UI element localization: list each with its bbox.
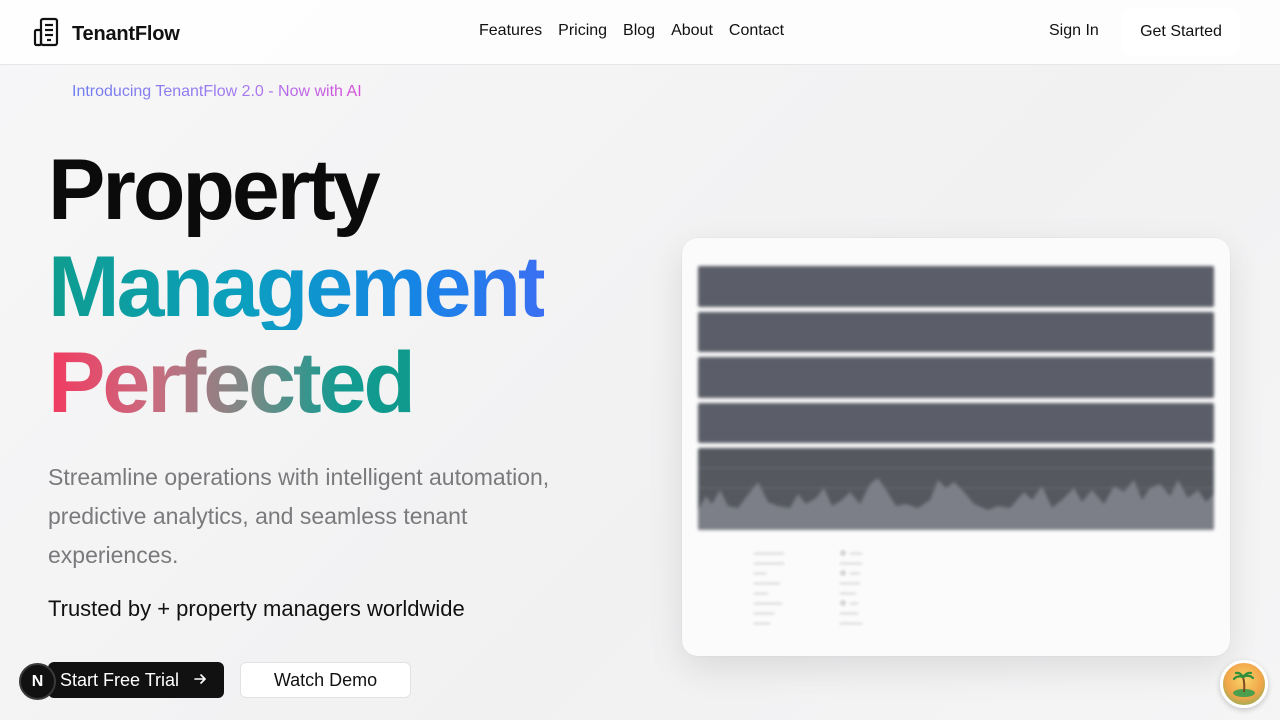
preview-chart-panel xyxy=(698,448,1214,530)
hero-subtitle: Streamline operations with intelligent a… xyxy=(48,464,550,568)
dashboard-preview-image xyxy=(682,238,1230,656)
preview-panel xyxy=(698,312,1214,352)
hero-title-line-1: Property xyxy=(48,142,381,238)
preview-panel xyxy=(698,357,1214,398)
watch-demo-button[interactable]: Watch Demo xyxy=(240,662,411,698)
hero-title-line-3: Perfected xyxy=(48,335,416,431)
start-free-trial-label: Start Free Trial xyxy=(60,669,180,690)
sign-in-link[interactable]: Sign In xyxy=(1049,22,1099,40)
arrow-right-icon xyxy=(193,670,207,691)
trusted-by-text: Trusted by + property managers worldwide xyxy=(48,596,465,621)
nav-links: Features Pricing Blog About Contact xyxy=(479,22,784,40)
preview-panel xyxy=(698,403,1214,443)
dev-tools-badge[interactable]: N xyxy=(19,663,56,700)
start-free-trial-button[interactable]: Start Free Trial xyxy=(48,662,224,698)
announcement-banner[interactable]: Introducing TenantFlow 2.0 - Now with AI xyxy=(72,83,362,101)
hero-title-line-2: Management xyxy=(48,239,547,335)
brand-name: TenantFlow xyxy=(72,23,180,45)
building-icon xyxy=(32,16,64,53)
preview-legend xyxy=(754,550,894,635)
brand-logo[interactable]: TenantFlow xyxy=(32,16,180,53)
nav-link-contact[interactable]: Contact xyxy=(729,22,784,40)
nav-link-pricing[interactable]: Pricing xyxy=(558,22,607,40)
preview-panel xyxy=(698,266,1214,307)
nav-link-features[interactable]: Features xyxy=(479,22,542,40)
get-started-button[interactable]: Get Started xyxy=(1122,8,1240,56)
nav-link-blog[interactable]: Blog xyxy=(623,22,655,40)
top-navigation: TenantFlow Features Pricing Blog About C… xyxy=(0,0,1280,65)
island-avatar-icon[interactable] xyxy=(1220,660,1268,708)
nav-link-about[interactable]: About xyxy=(671,22,713,40)
